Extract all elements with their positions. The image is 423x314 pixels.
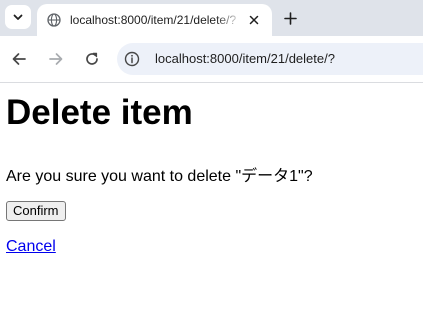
url-text[interactable]: localhost:8000/item/21/delete/?: [155, 51, 335, 66]
browser-toolbar: localhost:8000/item/21/delete/?: [0, 36, 423, 82]
arrow-left-icon: [12, 53, 26, 65]
back-button[interactable]: [9, 49, 29, 69]
forward-button[interactable]: [46, 49, 66, 69]
confirm-button[interactable]: Confirm: [6, 201, 66, 221]
info-icon: [124, 51, 140, 67]
plus-icon: [283, 11, 297, 25]
reload-icon: [86, 52, 98, 65]
arrow-right-icon: [49, 53, 63, 65]
active-tab[interactable]: localhost:8000/item/21/delete/?: [37, 4, 272, 36]
address-bar[interactable]: localhost:8000/item/21/delete/?: [117, 43, 423, 75]
chevron-down-icon: [13, 14, 23, 20]
new-tab-button[interactable]: [279, 7, 301, 29]
reload-button[interactable]: [82, 49, 102, 69]
close-icon: [249, 15, 259, 25]
page-title: Delete item: [6, 93, 193, 132]
tab-close-button[interactable]: [245, 11, 263, 29]
site-info-button[interactable]: [123, 50, 141, 68]
cancel-link[interactable]: Cancel: [6, 238, 56, 256]
page-content: Delete item Are you sure you want to del…: [0, 83, 423, 314]
confirmation-message: Are you sure you want to delete "データ1"?: [6, 168, 313, 185]
tab-search-button[interactable]: [5, 5, 31, 29]
tab-title-fade: [215, 10, 243, 30]
globe-icon: [47, 13, 61, 27]
tab-strip: localhost:8000/item/21/delete/?: [0, 0, 423, 36]
